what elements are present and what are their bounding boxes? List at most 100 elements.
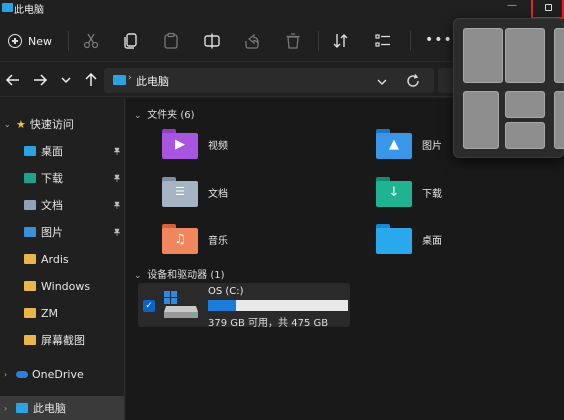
sidebar-item-documents[interactable]: 文档 xyxy=(0,193,124,217)
divider xyxy=(68,31,69,51)
documents-icon: ☰ xyxy=(162,177,198,207)
divider xyxy=(318,31,319,51)
new-button[interactable]: New xyxy=(8,30,52,52)
pictures-icon xyxy=(24,227,36,237)
folder-label: 图片 xyxy=(422,140,442,152)
snap-layout-extra[interactable] xyxy=(554,28,564,83)
group-title: 文件夹 (6) xyxy=(147,110,195,121)
folder-tile-downloads[interactable]: ↓ 下载 xyxy=(376,172,442,212)
drive-tile-c[interactable]: ✓ OS (C:) 379 GB 可用，共 475 GB xyxy=(138,283,350,329)
forward-button[interactable] xyxy=(32,72,48,88)
sidebar-item-desktop[interactable]: 桌面 xyxy=(0,139,124,163)
rename-icon[interactable] xyxy=(203,32,221,50)
sidebar-item-label: Ardis xyxy=(41,252,69,266)
folder-label: 文档 xyxy=(208,188,228,200)
sidebar-item-screenshots[interactable]: 屏幕截图 xyxy=(0,328,124,352)
sidebar-item-onedrive[interactable]: › OneDrive xyxy=(0,362,124,386)
up-button[interactable] xyxy=(83,72,99,88)
address-path: 此电脑 xyxy=(136,75,169,88)
more-options-button[interactable]: ••• xyxy=(425,32,453,48)
sidebar-item-zm[interactable]: ZM xyxy=(0,301,124,325)
drives-group-header[interactable]: ⌄ 设备和驱动器 (1) xyxy=(134,266,225,281)
desktop-icon xyxy=(376,224,412,254)
this-pc-icon xyxy=(16,403,28,413)
checkbox[interactable]: ✓ xyxy=(143,300,155,312)
sidebar-item-label: ZM xyxy=(41,306,59,320)
maximize-button[interactable] xyxy=(531,0,564,19)
videos-icon: ▶ xyxy=(162,129,198,159)
folder-tile-desktop[interactable]: 桌面 xyxy=(376,219,442,259)
refresh-button[interactable] xyxy=(405,73,421,89)
sidebar-item-quick-access[interactable]: ⌄ ★ 快速访问 xyxy=(0,112,124,136)
pin-icon[interactable] xyxy=(113,228,121,236)
snap-layout-extra[interactable] xyxy=(554,91,564,149)
new-button-label: New xyxy=(28,34,52,48)
folder-icon xyxy=(24,254,36,264)
folder-tile-pictures[interactable]: ▲ 图片 xyxy=(376,124,442,164)
drive-usage-fill xyxy=(208,300,236,311)
folder-label: 下载 xyxy=(422,188,442,200)
sidebar-item-label: Windows xyxy=(41,279,91,293)
recent-locations-button[interactable] xyxy=(58,72,74,88)
snap-layout-half-right[interactable] xyxy=(505,28,545,83)
sidebar-item-label: 文档 xyxy=(41,199,63,212)
folder-icon xyxy=(24,281,36,291)
chevron-down-icon: ⌄ xyxy=(134,111,142,121)
folder-label: 视频 xyxy=(208,140,228,152)
sidebar-item-pictures[interactable]: 图片 xyxy=(0,220,124,244)
folder-tile-documents[interactable]: ☰ 文档 xyxy=(162,172,228,212)
this-pc-icon xyxy=(2,3,13,12)
chevron-down-icon[interactable]: ⌄ xyxy=(4,120,12,129)
share-icon[interactable] xyxy=(243,32,261,50)
documents-icon xyxy=(24,200,36,210)
snap-layout-top-right[interactable] xyxy=(505,91,545,118)
drive-name: OS (C:) xyxy=(208,286,244,297)
folders-group-header[interactable]: ⌄ 文件夹 (6) xyxy=(134,106,195,121)
chevron-right-icon[interactable]: › xyxy=(4,370,12,379)
back-button[interactable] xyxy=(5,72,21,88)
chevron-right-icon: › xyxy=(128,73,132,83)
sidebar-item-label: 下载 xyxy=(41,172,63,185)
snap-layout-left-pane[interactable] xyxy=(463,91,499,149)
copy-icon[interactable] xyxy=(122,32,140,50)
drive-usage-bar xyxy=(208,300,348,311)
folder-tile-music[interactable]: ♫ 音乐 xyxy=(162,219,228,259)
paste-icon[interactable] xyxy=(162,32,180,50)
cloud-icon xyxy=(16,370,28,378)
downloads-icon: ↓ xyxy=(376,177,412,207)
pin-icon[interactable] xyxy=(113,147,121,155)
pin-icon[interactable] xyxy=(113,174,121,182)
snap-layout-bottom-right[interactable] xyxy=(505,122,545,149)
navigation-pane: ⌄ ★ 快速访问 桌面 下载 文档 图片 Ardis Windows ZM 屏幕… xyxy=(0,98,125,420)
sidebar-item-windows[interactable]: Windows xyxy=(0,274,124,298)
cut-icon[interactable] xyxy=(82,32,100,50)
music-icon: ♫ xyxy=(162,224,198,254)
view-icon[interactable] xyxy=(374,32,392,50)
sidebar-item-label: 桌面 xyxy=(41,145,63,158)
sidebar-item-downloads[interactable]: 下载 xyxy=(0,166,124,190)
title-bar: 此电脑 — xyxy=(0,0,564,20)
snap-layout-half-left[interactable] xyxy=(463,28,503,83)
plus-icon xyxy=(8,34,22,48)
maximize-icon xyxy=(545,4,552,11)
hard-drive-icon xyxy=(164,291,198,318)
chevron-right-icon[interactable]: › xyxy=(4,404,12,413)
pictures-icon: ▲ xyxy=(376,129,412,159)
delete-icon[interactable] xyxy=(284,32,302,50)
sidebar-item-label: 快速访问 xyxy=(29,118,74,131)
sort-icon[interactable] xyxy=(332,32,350,50)
snap-layouts-flyout xyxy=(453,18,564,158)
minimize-button[interactable]: — xyxy=(503,0,521,18)
drive-space-info: 379 GB 可用，共 475 GB xyxy=(208,318,329,329)
folder-icon xyxy=(24,308,36,318)
pin-icon[interactable] xyxy=(113,201,121,209)
folder-tile-videos[interactable]: ▶ 视频 xyxy=(162,124,228,164)
sidebar-item-label: 此电脑 xyxy=(33,402,66,415)
sidebar-item-label: 图片 xyxy=(41,226,63,239)
star-icon: ★ xyxy=(16,117,26,131)
sidebar-item-this-pc[interactable]: › 此电脑 xyxy=(0,396,124,420)
chevron-down-icon: ⌄ xyxy=(134,271,142,281)
address-history-button[interactable] xyxy=(375,75,389,89)
divider xyxy=(410,31,411,51)
sidebar-item-ardis[interactable]: Ardis xyxy=(0,247,124,271)
